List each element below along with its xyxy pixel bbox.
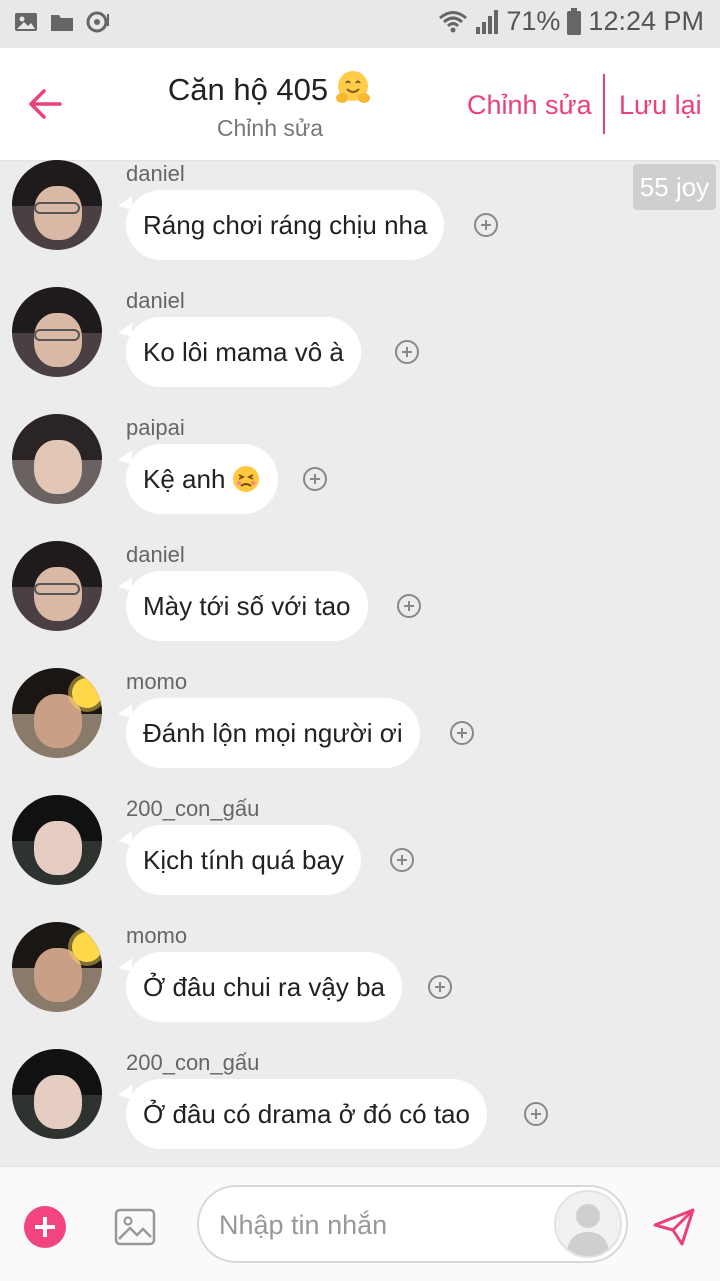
sender-name[interactable]: momo: [126, 923, 187, 949]
message-item: daniel Ráng chơi ráng chịu nha: [0, 160, 720, 287]
add-reaction-icon[interactable]: [474, 213, 498, 237]
avatar[interactable]: [12, 160, 102, 250]
add-reaction-icon[interactable]: [303, 467, 327, 491]
back-arrow-icon[interactable]: [26, 84, 66, 124]
system-status: 71% 12:24 PM: [438, 6, 704, 37]
message-bubble[interactable]: Đánh lộn mọi người ơi: [118, 698, 420, 768]
message-item: momo Ở đâu chui ra vậy ba: [0, 922, 720, 1049]
persevering-face-icon: [233, 466, 260, 492]
sender-name[interactable]: daniel: [126, 161, 185, 187]
sender-name[interactable]: 200_con_gấu: [126, 1050, 259, 1076]
add-reaction-icon[interactable]: [395, 340, 419, 364]
message-item: daniel Mày tới số với tao: [0, 541, 720, 668]
message-bubble[interactable]: Ở đâu chui ra vậy ba: [118, 952, 402, 1022]
message-item: momo Đánh lộn mọi người ơi: [0, 668, 720, 795]
sun-sticker-icon: [72, 678, 102, 708]
avatar[interactable]: [12, 668, 102, 758]
message-bubble[interactable]: Kịch tính quá bay: [118, 825, 361, 895]
save-button[interactable]: Lưu lại: [619, 88, 702, 122]
add-reaction-icon[interactable]: [524, 1102, 548, 1126]
avatar[interactable]: [12, 922, 102, 1012]
sun-sticker-icon: [72, 932, 102, 962]
message-bubble[interactable]: Ở đâu có drama ở đó có tao: [118, 1079, 487, 1149]
battery-percent: 71%: [506, 6, 561, 36]
sender-name[interactable]: daniel: [126, 288, 185, 314]
gallery-icon: [15, 13, 37, 31]
avatar[interactable]: [12, 287, 102, 377]
sync-icon: [86, 11, 109, 33]
add-reaction-icon[interactable]: [450, 721, 474, 745]
header-divider: [603, 74, 605, 134]
chat-subtitle: Chỉnh sửa: [216, 115, 324, 141]
avatar[interactable]: [12, 795, 102, 885]
message-item: 200_con_gấu Ở đâu có drama ở đó có tao: [0, 1049, 720, 1166]
battery-icon: [567, 7, 582, 35]
avatar[interactable]: [12, 541, 102, 631]
sender-name[interactable]: 200_con_gấu: [126, 796, 259, 822]
person-silhouette-icon: [566, 1204, 610, 1256]
message-bubble[interactable]: Ráng chơi ráng chịu nha: [117, 190, 445, 260]
add-reaction-icon[interactable]: [390, 848, 414, 872]
message-item: paipai Kệ anh: [0, 414, 720, 541]
notification-icons: [14, 10, 110, 34]
chat-title-block[interactable]: Căn hộ 405 Chỉnh sửa: [140, 68, 400, 142]
wifi-icon: [439, 10, 468, 32]
status-bar: 71% 12:24 PM: [0, 0, 720, 48]
sender-name[interactable]: paipai: [126, 415, 185, 441]
message-list[interactable]: daniel Ráng chơi ráng chịu nha daniel Ko…: [0, 160, 720, 1166]
avatar[interactable]: [12, 414, 102, 504]
message-composer: [0, 1166, 720, 1281]
chat-header: Căn hộ 405 Chỉnh sửa Chỉnh sửa Lưu lại: [0, 48, 720, 160]
avatar[interactable]: [12, 1049, 102, 1139]
chat-title: Căn hộ 405: [140, 68, 400, 110]
joy-badge: 55 joy: [633, 164, 716, 210]
sender-name[interactable]: daniel: [126, 542, 185, 568]
message-bubble[interactable]: Mày tới số với tao: [118, 571, 368, 641]
message-input-box[interactable]: [197, 1185, 628, 1263]
anonymous-avatar-button[interactable]: [554, 1190, 622, 1258]
message-bubble[interactable]: Ko lôi mama vô à: [118, 317, 361, 387]
hugging-face-icon: [336, 71, 371, 103]
message-input[interactable]: [217, 1203, 551, 1247]
message-bubble[interactable]: Kệ anh: [117, 444, 279, 514]
message-item: 200_con_gấu Kịch tính quá bay: [0, 795, 720, 922]
add-attachment-button[interactable]: [24, 1206, 66, 1248]
message-item: daniel Ko lôi mama vô à: [0, 287, 720, 414]
signal-icon: [476, 9, 499, 34]
send-icon[interactable]: [652, 1207, 696, 1247]
image-picker-icon[interactable]: [114, 1206, 156, 1248]
sender-name[interactable]: momo: [126, 669, 187, 695]
edit-button[interactable]: Chỉnh sửa: [467, 88, 592, 122]
folder-icon: [51, 15, 73, 31]
add-reaction-icon[interactable]: [428, 975, 452, 999]
add-reaction-icon[interactable]: [397, 594, 421, 618]
clock: 12:24 PM: [588, 6, 704, 36]
